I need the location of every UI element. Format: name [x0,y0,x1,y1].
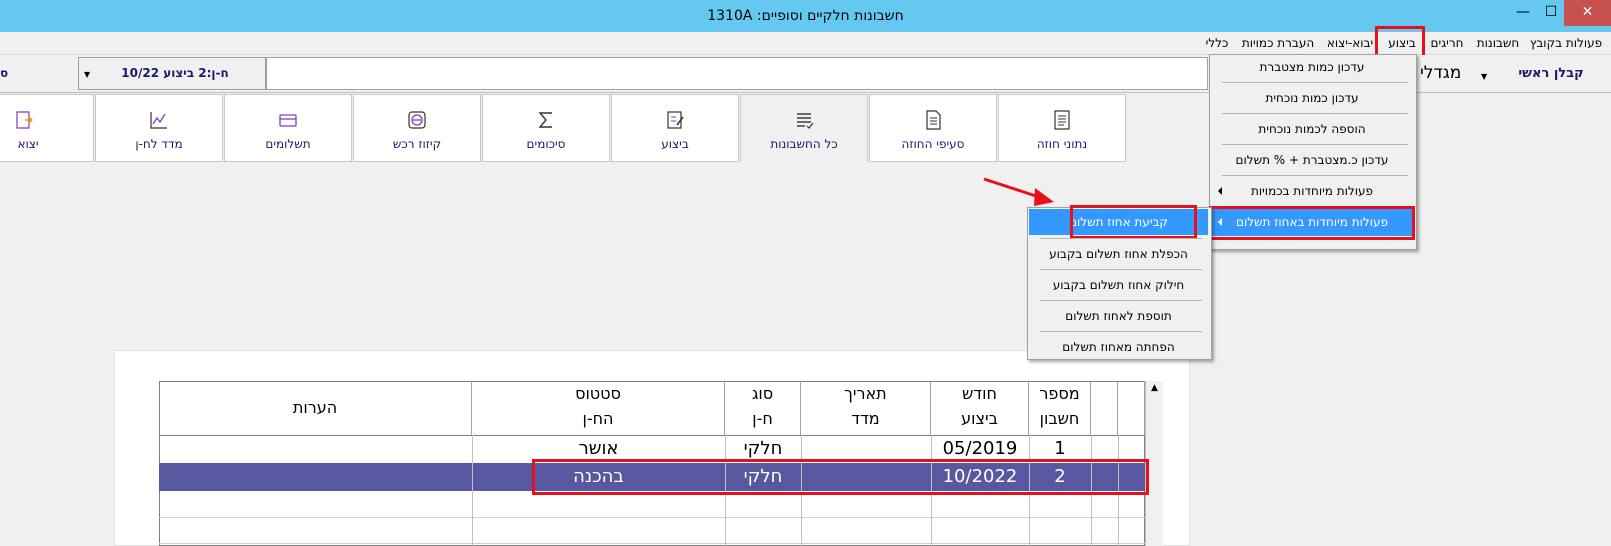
tab-label: נתוני חוזה [1036,137,1088,151]
menu-item-divide-payment-percent[interactable]: חילוק אחוז תשלום בקבוע [1027,270,1210,300]
menu-item-update-current[interactable]: עדכון כמות נוכחית [1209,83,1415,113]
minus-circle-icon [408,111,426,129]
header-index-date[interactable]: תאריך מדד [801,381,931,435]
export-icon [16,111,33,129]
row-divider [159,543,1145,544]
close-button[interactable]: ✕ [1564,0,1611,26]
menu-file-actions[interactable]: פעולות בקובץ [1527,34,1605,52]
menu-item-subtract-payment-percent[interactable]: הפחתה מאחוז תשלום [1027,332,1210,362]
tab-label: קיזוז רכש [392,137,442,151]
scroll-up-icon[interactable]: ▲ [1146,383,1163,393]
contractor-combo[interactable]: קבלן ראשי [1506,66,1596,81]
tab-bitzua[interactable]: ביצוע [611,94,739,162]
chevron-down-icon[interactable]: ▼ [1481,72,1487,81]
tab-all-accounts[interactable]: כל החשבונות [740,94,868,162]
tab-contract-items[interactable]: סעיפי החוזה [869,94,997,162]
menu-accounts[interactable]: חשבונות [1470,34,1526,52]
card-icon [279,114,297,127]
edit-form-icon [667,111,684,129]
tab-label: מדד לח-ן [135,137,183,151]
tab-label: כל החשבונות [770,137,838,151]
row-divider [159,517,1145,518]
left-field-text: ס [0,66,9,80]
header-spacer [1118,381,1145,435]
tab-label: סיכומים [526,137,566,151]
chart-icon [150,112,167,129]
document-lines-icon [926,110,941,130]
col-divider [472,435,473,546]
sigma-icon [538,112,552,128]
account-combo-text: ח-ן:2 ביצוע 10/22 [121,66,229,80]
cell-notes [159,464,472,490]
tab-contract-data[interactable]: נתוני חוזה [998,94,1126,162]
search-field[interactable] [266,57,1208,90]
maximize-button[interactable]: ☐ [1538,0,1564,26]
project-combo[interactable]: מגדלי [1420,63,1461,83]
header-spacer [1091,381,1118,435]
menu-item-special-quantities[interactable]: פעולות מיוחדות בכמויות [1209,176,1415,206]
menu-import-export[interactable]: יבוא-יצוא [1320,34,1380,52]
tab-payments[interactable]: תשלומים [224,94,352,162]
list-check-icon [797,113,814,129]
header-account-number[interactable]: מספר חשבון [1029,381,1091,435]
annotation-box-row [532,459,1149,495]
minimize-button[interactable]: — [1510,0,1536,26]
menu-item-add-current[interactable]: הוספה לכמות נוכחית [1209,114,1415,144]
chevron-down-icon[interactable]: ▼ [84,70,90,79]
tab-purchase-offset[interactable]: קיזוז רכש [353,94,481,162]
menu-item-update-cumulative[interactable]: עדכון כמות מצטברת [1209,52,1415,82]
header-execution-month[interactable]: חודש ביצוע [931,381,1029,435]
header-notes[interactable]: הערות [159,381,472,435]
menu-transfer-quantities[interactable]: העברת כמויות [1236,34,1320,52]
menu-item-multiply-payment-percent[interactable]: הכפלת אחוז תשלום בקבוע [1027,239,1210,269]
cell-notes [159,436,472,462]
annotation-arrow-icon [983,177,1054,206]
tab-label: תשלומים [265,137,311,151]
submenu-arrow-icon [1218,187,1222,195]
tab-summaries[interactable]: סיכומים [482,94,610,162]
annotation-box-submenu-trigger [1209,206,1415,240]
tab-export[interactable]: יצוא [0,94,94,162]
menu-exceptions[interactable]: חריגים [1424,34,1470,52]
annotation-box-target-item [1070,205,1197,239]
header-account-type[interactable]: סוג ח-ן [725,381,801,435]
menu-general[interactable]: כללי [1198,34,1236,52]
tab-label: יצוא [17,137,39,151]
document-list-icon [1054,110,1070,130]
tab-label: סעיפי החוזה [901,137,965,151]
header-status[interactable]: סטטוס הח-ן [472,381,725,435]
window-title: 1310A :חשבונות חלקיים וסופיים [707,8,904,24]
menu-item-add-payment-percent[interactable]: תוספת לאחוז תשלום [1027,301,1210,331]
tab-index-account[interactable]: מדד לח-ן [95,94,223,162]
tab-label: ביצוע [661,137,689,151]
menu-item-update-cumulative-percent[interactable]: עדכון כ.מצטברת + % תשלום [1209,145,1415,175]
